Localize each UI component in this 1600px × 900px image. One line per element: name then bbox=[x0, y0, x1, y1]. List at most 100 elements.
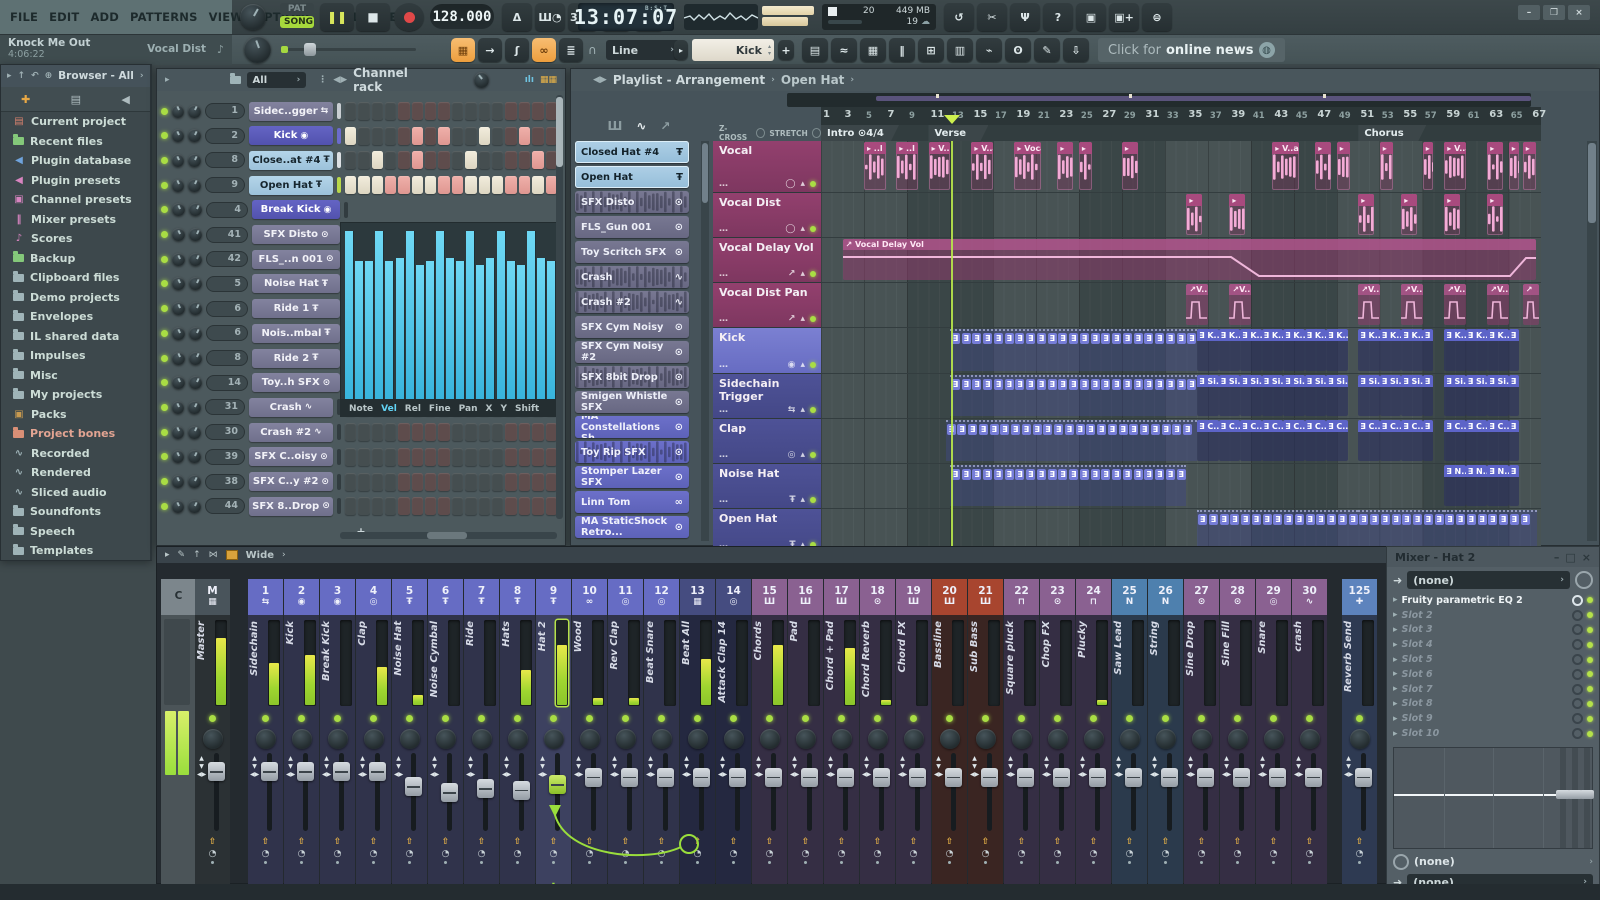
fader-handle[interactable] bbox=[549, 775, 566, 795]
mixer-strip-break-kick[interactable]: 3◉Break Kick▲▼◀▶⇧◔▲ bbox=[320, 579, 355, 897]
strip-header[interactable]: 10 ∞ bbox=[572, 579, 607, 615]
back-icon[interactable]: ↶ bbox=[31, 71, 39, 81]
channel-button[interactable]: Open Hat Ŧ bbox=[248, 175, 333, 195]
fader-handle[interactable] bbox=[513, 780, 530, 800]
channel-led[interactable] bbox=[161, 502, 168, 510]
strip-clock-icon[interactable]: ◔ bbox=[946, 849, 954, 859]
picker-item-toy-scritch-sfx[interactable]: Toy Scritch SFX ⊙ bbox=[575, 241, 689, 263]
strip-pan-knob[interactable] bbox=[543, 729, 564, 749]
pattern-clip[interactable]: ∃ K.. bbox=[1358, 329, 1380, 371]
strip-clock-icon[interactable]: ◔ bbox=[1090, 849, 1098, 859]
strip-pan-knob[interactable] bbox=[615, 729, 636, 749]
strip-fader[interactable] bbox=[909, 753, 926, 831]
strip-header[interactable]: 19 Ш bbox=[896, 579, 931, 615]
audio-clip[interactable]: ▸ bbox=[1422, 142, 1434, 190]
pattern-clip[interactable]: ∃ C.. bbox=[1283, 420, 1305, 461]
channel-number[interactable]: 42 bbox=[206, 251, 248, 268]
step-cell[interactable] bbox=[532, 102, 544, 120]
fader-handle[interactable] bbox=[208, 762, 225, 782]
mixer-strip-chord-fx[interactable]: 19ШChord FX▲▼◀▶⇧◔▲ bbox=[896, 579, 931, 897]
fx-minimize-icon[interactable]: – bbox=[1554, 551, 1560, 564]
audio-clip[interactable]: ▸ bbox=[1444, 194, 1461, 235]
step-cell[interactable] bbox=[505, 151, 517, 170]
strip-header[interactable]: 4 ◎ bbox=[356, 579, 391, 615]
fx-titlebar[interactable]: Mixer - Hat 2 – □ × bbox=[1387, 547, 1599, 567]
send-arrow-icon[interactable]: ⇧ bbox=[209, 837, 217, 847]
pattern-clip[interactable]: ∃ Si.. bbox=[1218, 375, 1241, 416]
up-icon[interactable]: ↑ bbox=[18, 71, 26, 81]
strip-header[interactable]: 8Ŧ bbox=[500, 579, 535, 615]
eq-slider-1[interactable] bbox=[1556, 747, 1570, 848]
strip-pan-knob[interactable] bbox=[1155, 729, 1176, 749]
mixer-layout-value[interactable]: Wide bbox=[246, 550, 274, 561]
channel-led[interactable] bbox=[161, 132, 168, 140]
strip-fader[interactable] bbox=[765, 753, 782, 831]
strip-header[interactable]: 18 ⊙ bbox=[860, 579, 895, 615]
snap-selector[interactable]: Line › bbox=[606, 40, 680, 60]
step-cell[interactable] bbox=[465, 497, 477, 516]
track-lane-clap[interactable]: ∃∃∃∃∃∃∃∃∃∃∃∃∃∃∃∃∃∃∃∃∃∃∃∃ C..∃ C..∃ C..∃ … bbox=[821, 419, 1541, 464]
browser-tab-plugins[interactable]: ✚ bbox=[21, 93, 30, 106]
step-cell[interactable] bbox=[371, 126, 383, 145]
step-cell[interactable] bbox=[411, 126, 424, 145]
track-header-sidechain-trigger[interactable]: Sidechain Trigger… ⇆ ▴ bbox=[713, 374, 821, 419]
velocity-bar[interactable] bbox=[516, 264, 526, 399]
strip-fader[interactable] bbox=[441, 753, 458, 831]
automation-clip[interactable]: ↗V.. bbox=[1229, 284, 1251, 325]
help-icon[interactable]: ? bbox=[1043, 3, 1073, 31]
slot-mix-knob[interactable] bbox=[1572, 683, 1583, 695]
track-auto-icon[interactable]: ↗ bbox=[788, 314, 796, 324]
picker-item-sfx-cym-noisy[interactable]: SFX Cym Noisy ⊙ bbox=[575, 316, 689, 338]
slide-icon[interactable]: ʃ bbox=[505, 38, 529, 62]
channel-number[interactable]: 4 bbox=[206, 201, 248, 218]
slot-arrow-icon[interactable]: ▸ bbox=[1393, 640, 1398, 650]
send-arrow-icon[interactable]: ⇧ bbox=[550, 837, 558, 847]
menu-patterns[interactable]: PATTERNS bbox=[130, 10, 198, 24]
step-cell[interactable] bbox=[492, 176, 504, 195]
strip-pan-knob[interactable] bbox=[795, 729, 816, 749]
step-cell[interactable] bbox=[465, 151, 477, 170]
pattern-clip[interactable]: ∃ K.. bbox=[1218, 329, 1241, 371]
fx-slot-4[interactable]: ▸ Slot 4 bbox=[1387, 637, 1599, 652]
step-cell[interactable] bbox=[478, 497, 491, 516]
channel-vol-knob[interactable] bbox=[189, 252, 202, 266]
audio-clip[interactable]: ▸ V..al bbox=[1444, 142, 1466, 190]
velocity-bar[interactable] bbox=[547, 261, 556, 399]
step-cell[interactable] bbox=[492, 102, 504, 120]
channel-vol-knob[interactable] bbox=[188, 153, 201, 167]
send-arrow-icon[interactable]: ⇧ bbox=[370, 837, 378, 847]
step-cell[interactable] bbox=[505, 497, 517, 516]
send-arrow-icon[interactable]: ⇧ bbox=[334, 837, 342, 847]
swing-knob[interactable] bbox=[474, 72, 489, 88]
channel-led[interactable] bbox=[161, 379, 168, 387]
channel-pan-knob[interactable] bbox=[171, 425, 185, 439]
fader-handle[interactable] bbox=[657, 767, 674, 787]
step-cell[interactable] bbox=[358, 423, 370, 442]
channel-button[interactable]: Break Kick ◉ bbox=[252, 200, 340, 220]
step-cell[interactable] bbox=[398, 151, 410, 170]
zcross-checkbox[interactable] bbox=[756, 128, 766, 138]
pattern-clip[interactable]: ∃ Si.. bbox=[1379, 375, 1402, 416]
graph-tab-pan[interactable]: Pan bbox=[456, 404, 481, 414]
velocity-bar[interactable] bbox=[425, 261, 435, 399]
browser-item-rendered[interactable]: ∿ Rendered bbox=[1, 463, 150, 483]
mixer-strip-wood[interactable]: 10∞Wood▲▼◀▶⇧◔▲ bbox=[572, 579, 607, 897]
strip-fader[interactable] bbox=[801, 753, 818, 831]
strip-pan-knob[interactable] bbox=[939, 729, 960, 749]
channel-number[interactable]: 8 bbox=[206, 350, 248, 366]
strip-enable-led[interactable] bbox=[622, 714, 629, 722]
step-cell[interactable] bbox=[532, 126, 544, 145]
step-cell[interactable] bbox=[371, 151, 383, 170]
strip-header[interactable]: 24 ⊓ bbox=[1076, 579, 1111, 615]
strip-enable-led[interactable] bbox=[1162, 714, 1169, 722]
mixer-strip-chords[interactable]: 15ШChords▲▼◀▶⇧◔▲ bbox=[752, 579, 787, 897]
playlist-timeline[interactable]: 1 3 5 7 9 11 13 15 17 19 21 23 25 27 29 31 33 35 37 39 41 43 4… bbox=[821, 107, 1546, 125]
track-header-vocal[interactable]: Vocal… ◯ ▴ bbox=[713, 141, 821, 193]
step-cell[interactable] bbox=[438, 102, 450, 120]
step-cell[interactable] bbox=[371, 423, 383, 442]
velocity-graph[interactable] bbox=[340, 222, 557, 400]
mixer-strip-saw-lead[interactable]: 25NSaw Lead▲▼◀▶⇧◔▲ bbox=[1112, 579, 1147, 897]
strip-fader[interactable] bbox=[585, 753, 602, 831]
step-cell[interactable] bbox=[371, 447, 383, 466]
strip-clock-icon[interactable]: ◔ bbox=[910, 849, 918, 859]
